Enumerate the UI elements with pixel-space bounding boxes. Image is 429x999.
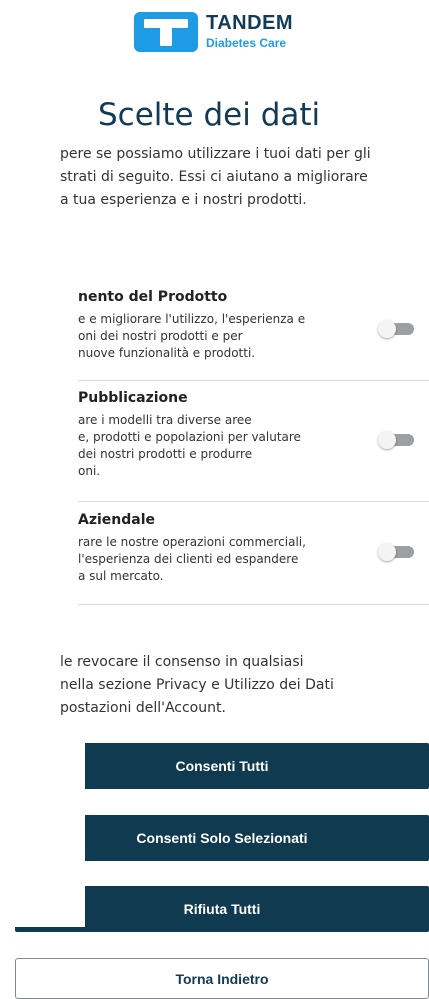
- section-description: are i modelli tra diverse aree e, prodot…: [78, 412, 429, 480]
- tandem-logo-icon: [134, 12, 198, 52]
- section-desc-line: oni.: [78, 464, 101, 478]
- section-desc-line: l'esperienza dei clienti ed espandere: [78, 552, 299, 566]
- toggle-knob: [378, 431, 396, 449]
- revoke-line: postazioni dell'Account.: [60, 700, 226, 716]
- divider: [78, 380, 429, 381]
- section-desc-line: oni dei nostri prodotti e per: [78, 329, 243, 343]
- clip-overlay: [15, 743, 85, 789]
- intro-line: a tua esperienza e i nostri prodotti.: [60, 192, 307, 208]
- intro-line: pere se possiamo utilizzare i tuoi dati …: [60, 146, 371, 162]
- divider: [78, 604, 429, 605]
- intro-line: strati di seguito. Essi ci aiutano a mig…: [60, 169, 368, 185]
- reject-all-label: Rifiuta Tutti: [183, 901, 261, 917]
- accept-all-label: Consenti Tutti: [175, 758, 269, 774]
- clip-overlay: [15, 815, 85, 861]
- section-desc-line: e, prodotti e popolazioni per valutare: [78, 430, 301, 444]
- toggle-knob: [378, 320, 396, 338]
- brand-name: TANDEM: [206, 12, 294, 34]
- section-desc-line: e e migliorare l'utilizzo, l'esperienza …: [78, 312, 306, 326]
- revoke-line: le revocare il consenso in qualsiasi: [60, 654, 304, 670]
- section-title: Pubblicazione: [78, 390, 188, 406]
- data-choice-publication: Pubblicazione are i modelli tra diverse …: [78, 390, 429, 480]
- clip-overlay: [15, 886, 85, 927]
- section-desc-line: nuove funzionalità e prodotti.: [78, 346, 256, 360]
- divider: [78, 501, 429, 502]
- toggle-product-improvement[interactable]: [378, 320, 416, 338]
- brand-subtitle: Diabetes Care: [206, 36, 287, 50]
- page-title: Scelte dei dati: [98, 97, 321, 133]
- toggle-business[interactable]: [378, 543, 416, 561]
- intro-text: pere se possiamo utilizzare i tuoi dati …: [60, 143, 429, 212]
- back-button[interactable]: Torna Indietro: [15, 958, 429, 999]
- back-label: Torna Indietro: [175, 970, 269, 987]
- section-desc-line: rare le nostre operazioni commerciali,: [78, 535, 306, 549]
- section-desc-line: are i modelli tra diverse aree: [78, 413, 252, 427]
- accept-selected-label: Consenti Solo Selezionati: [136, 830, 308, 846]
- data-choice-business: Aziendale rare le nostre operazioni comm…: [78, 512, 429, 585]
- section-description: rare le nostre operazioni commerciali, l…: [78, 534, 429, 585]
- section-title: Aziendale: [78, 512, 156, 528]
- section-desc-line: a sul mercato.: [78, 569, 164, 583]
- section-title: nento del Prodotto: [78, 289, 228, 305]
- toggle-knob: [378, 543, 396, 561]
- toggle-publication[interactable]: [378, 431, 416, 449]
- section-description: e e migliorare l'utilizzo, l'esperienza …: [78, 311, 429, 362]
- revoke-consent-text: le revocare il consenso in qualsiasi nel…: [60, 651, 429, 720]
- data-choice-product-improvement: nento del Prodotto e e migliorare l'util…: [78, 289, 429, 362]
- section-desc-line: dei nostri prodotti e produrre: [78, 447, 253, 461]
- revoke-line: nella sezione Privacy e Utilizzo dei Dat…: [60, 677, 334, 693]
